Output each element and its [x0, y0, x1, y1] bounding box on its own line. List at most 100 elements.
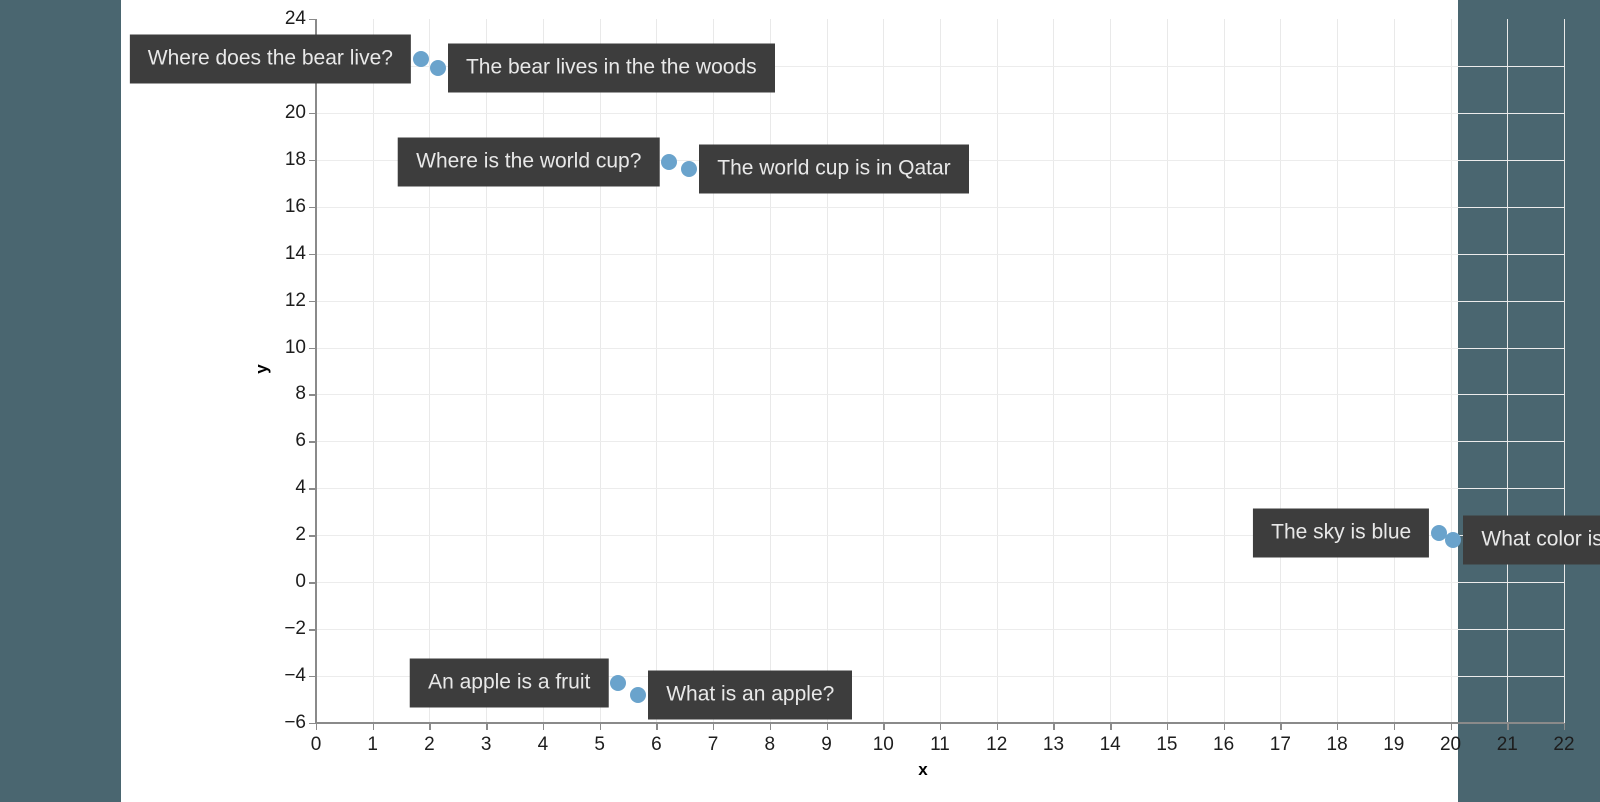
x-tick-label: 10: [872, 734, 894, 755]
scatter-point[interactable]: [681, 161, 698, 178]
x-tick-mark: [316, 723, 318, 730]
x-tick-label: 6: [651, 734, 662, 755]
y-tick-mark: [309, 629, 316, 631]
scatter-point[interactable]: [610, 675, 627, 692]
y-tick-mark: [309, 19, 316, 21]
gridline-vertical: [1280, 19, 1282, 723]
point-annotation-label: Where does the bear live?: [129, 34, 411, 84]
y-tick-mark: [309, 300, 316, 302]
gridline-vertical: [1166, 19, 1168, 723]
point-annotation-label: An apple is a fruit: [410, 658, 609, 708]
plot-canvas: −6−4−2024681012141618202224 012345678910…: [121, 0, 1600, 802]
gridline-horizontal: [316, 253, 1564, 255]
gridline-vertical: [656, 19, 658, 723]
x-tick-label: 17: [1269, 734, 1291, 755]
x-tick-label: 18: [1326, 734, 1348, 755]
x-tick-mark: [883, 723, 885, 730]
gridline-vertical: [1564, 19, 1565, 723]
y-tick-label: 10: [284, 336, 306, 358]
y-axis-spine: [315, 19, 317, 723]
x-tick-mark: [1053, 723, 1055, 730]
point-annotation-label: Where is the world cup?: [398, 137, 660, 187]
x-tick-mark: [1450, 723, 1452, 730]
x-tick-mark: [486, 723, 488, 730]
scatter-point[interactable]: [412, 50, 429, 67]
y-tick-mark: [309, 112, 316, 115]
scatter-point[interactable]: [630, 686, 647, 703]
y-tick-mark: [309, 347, 316, 349]
x-tick-mark: [713, 723, 715, 730]
x-tick-label: 14: [1099, 734, 1121, 755]
x-tick-mark: [1166, 723, 1169, 730]
y-tick-label: 20: [284, 101, 306, 123]
gridline-horizontal: [316, 582, 1564, 584]
gridline-vertical: [599, 19, 601, 723]
x-tick-label: 21: [1496, 734, 1518, 755]
point-annotation-label: What is an apple?: [648, 670, 853, 720]
gridline-vertical: [1053, 19, 1055, 723]
gridline-horizontal: [316, 112, 1564, 114]
scatter-point[interactable]: [429, 60, 446, 77]
x-tick-mark: [996, 723, 999, 730]
y-tick-label: 0: [295, 571, 306, 593]
x-tick-label: 4: [537, 734, 549, 755]
gridline-vertical: [542, 19, 544, 723]
x-tick-label: 13: [1042, 734, 1065, 755]
x-tick-label: 0: [310, 734, 322, 755]
y-tick-label: 16: [284, 195, 306, 217]
x-tick-mark: [656, 723, 658, 730]
x-tick-mark: [1564, 723, 1566, 730]
gridline-vertical: [940, 19, 941, 723]
y-tick-label: 12: [284, 289, 306, 311]
x-tick-mark: [1110, 723, 1112, 730]
x-tick-mark: [599, 723, 602, 730]
x-tick-label: 1: [367, 734, 379, 755]
x-tick-label: 15: [1156, 734, 1178, 755]
gridline-vertical: [486, 19, 488, 723]
x-tick-label: 20: [1439, 734, 1462, 755]
y-tick-label: 24: [284, 8, 306, 29]
scatter-point[interactable]: [661, 154, 678, 171]
gridline-vertical: [826, 19, 828, 723]
y-tick-mark: [309, 676, 316, 678]
y-tick-mark: [309, 582, 316, 584]
gridline-vertical: [883, 19, 885, 723]
y-tick-mark: [309, 206, 316, 209]
gridline-horizontal: [316, 394, 1564, 396]
x-tick-label: 19: [1383, 734, 1405, 755]
y-tick-mark: [309, 441, 316, 443]
x-tick-mark: [1280, 723, 1282, 730]
y-tick-mark: [309, 253, 316, 256]
x-tick-label: 8: [764, 734, 776, 755]
point-annotation-label: What color is the sky?: [1463, 515, 1600, 565]
gridline-vertical: [1223, 19, 1225, 723]
gridline-vertical: [769, 19, 771, 723]
y-axis-title: y: [252, 364, 271, 374]
x-tick-mark: [826, 723, 828, 730]
x-tick-mark: [769, 723, 772, 730]
gridline-vertical: [713, 19, 715, 723]
gridline-vertical: [1110, 19, 1112, 723]
y-tick-label: 6: [295, 430, 306, 452]
y-tick-label: 14: [284, 242, 306, 264]
gridline-vertical: [996, 19, 998, 723]
y-tick-label: 8: [295, 383, 306, 405]
x-tick-mark: [372, 723, 375, 730]
x-tick-label: 7: [707, 734, 719, 755]
point-annotation-label: The bear lives in the the woods: [447, 43, 775, 93]
y-tick-label: 18: [284, 148, 306, 170]
x-tick-label: 22: [1553, 734, 1575, 755]
gridline-vertical: [1393, 19, 1395, 723]
x-tick-label: 11: [930, 734, 950, 755]
x-tick-label: 12: [986, 734, 1008, 755]
x-tick-mark: [1507, 723, 1509, 730]
y-tick-mark: [309, 488, 316, 490]
y-tick-mark: [309, 535, 316, 537]
y-tick-label: −6: [284, 712, 306, 733]
gridline-horizontal: [316, 488, 1564, 490]
x-tick-label: 5: [594, 734, 605, 755]
point-annotation-label: The sky is blue: [1253, 508, 1430, 558]
gridline-horizontal: [316, 206, 1564, 208]
x-tick-mark: [1393, 723, 1396, 730]
scatter-point[interactable]: [1445, 531, 1462, 548]
